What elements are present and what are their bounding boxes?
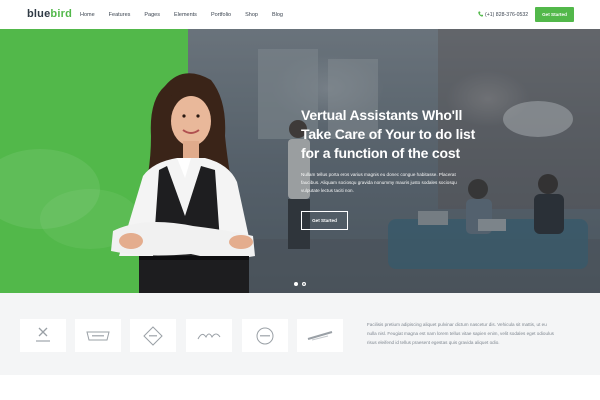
woman-portrait-image — [111, 73, 255, 293]
phone-contact[interactable]: (+1) 828-376-0532 — [478, 11, 528, 19]
page: bluebird Home Features Pages Elements Po… — [0, 0, 600, 400]
brand-1-icon — [36, 327, 50, 342]
hero-section: Vertual Assistants Who'll Take Care of Y… — [0, 29, 600, 293]
nav-shop[interactable]: Shop — [245, 12, 258, 18]
phone-number: (+1) 828-376-0532 — [485, 12, 529, 18]
slider-dot-1[interactable] — [294, 282, 298, 286]
slider-dots — [294, 282, 306, 286]
logo-part-bird: bird — [50, 8, 72, 20]
brand-5-icon — [256, 327, 274, 344]
brand-logo-1[interactable] — [20, 319, 66, 352]
hero-description: Nullam tellus porta eros varius magnis e… — [301, 172, 457, 193]
header: bluebird Home Features Pages Elements Po… — [0, 0, 600, 29]
nav-features[interactable]: Features — [109, 12, 131, 18]
next-section — [0, 375, 600, 400]
phone-icon — [478, 11, 483, 19]
main-nav: Home Features Pages Elements Portfolio S… — [80, 0, 297, 29]
brand-3-icon — [143, 325, 163, 346]
brand-logo-5[interactable] — [242, 319, 288, 352]
get-started-button[interactable]: Get Started — [535, 7, 574, 22]
nav-pages[interactable]: Pages — [144, 12, 160, 18]
brand-logo-6[interactable] — [297, 319, 343, 352]
nav-home[interactable]: Home — [80, 12, 95, 18]
nav-blog[interactable]: Blog — [272, 12, 283, 18]
hero-title: Vertual Assistants Who'll Take Care of Y… — [301, 107, 476, 161]
logo-part-blue: blue — [27, 8, 51, 20]
brand-logo[interactable]: bluebird — [27, 8, 72, 20]
brand-2-icon — [86, 331, 110, 340]
brand-logo-3[interactable] — [130, 319, 176, 352]
brands-description: Facilisis pretium adipiscing aliquet pul… — [367, 322, 554, 345]
hero-get-started-button[interactable]: Get Started — [301, 211, 348, 230]
brand-logo-4[interactable] — [186, 319, 232, 352]
brand-4-icon — [197, 333, 221, 339]
nav-portfolio[interactable]: Portfolio — [211, 12, 231, 18]
brand-6-icon — [307, 330, 333, 340]
nav-elements[interactable]: Elements — [174, 12, 197, 18]
slider-dot-2[interactable] — [302, 282, 306, 286]
brand-logo-2[interactable] — [75, 319, 121, 352]
